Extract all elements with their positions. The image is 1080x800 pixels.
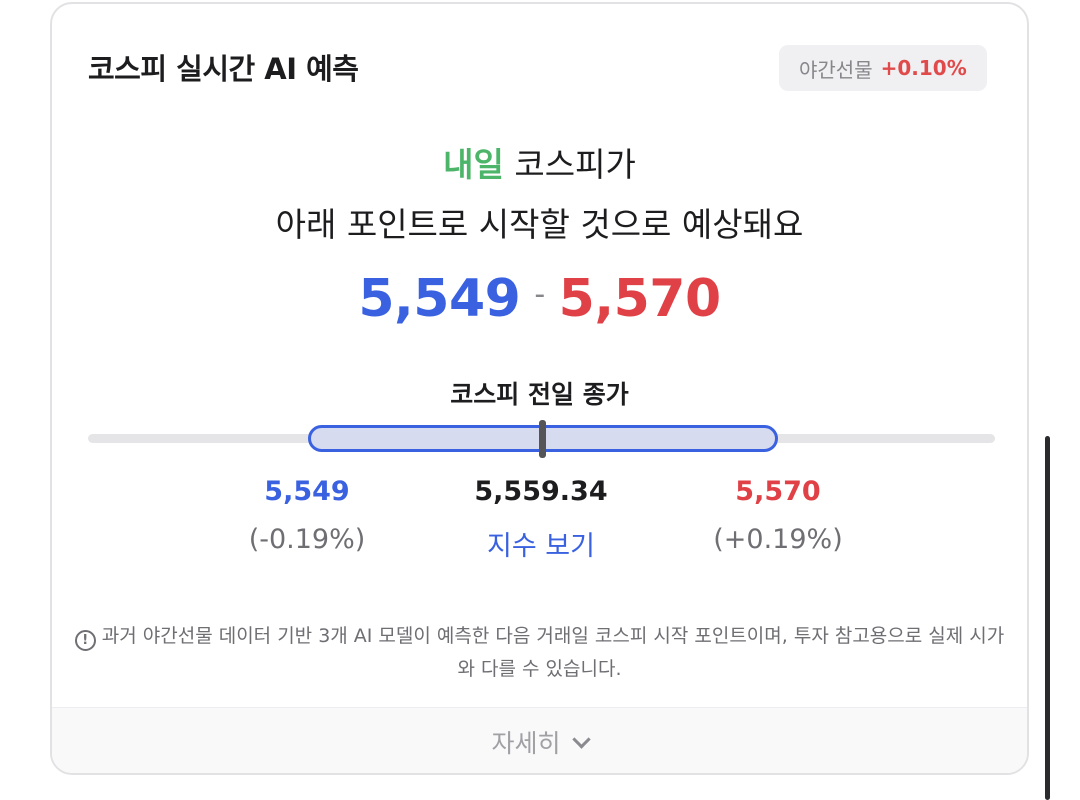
headline-line-2: 아래 포인트로 시작할 것으로 예상돼요 xyxy=(275,205,804,244)
forecast-range: 5,549-5,570 xyxy=(52,269,1027,329)
prev-close-value: 5,559.34 xyxy=(474,476,608,507)
headline-highlight: 내일 xyxy=(443,145,504,184)
page-scrollbar[interactable] xyxy=(1045,436,1050,800)
range-high-value: 5,570 xyxy=(735,476,821,507)
forecast-high: 5,570 xyxy=(558,269,721,329)
chevron-down-icon xyxy=(571,729,591,749)
night-futures-badge: 야간선물 +0.10% xyxy=(779,45,987,91)
night-futures-change: +0.10% xyxy=(880,56,967,80)
prev-close-marker xyxy=(539,420,546,458)
view-index-link[interactable]: 지수 보기 xyxy=(411,524,671,563)
range-low-change: (-0.19%) xyxy=(248,524,366,555)
night-futures-label: 야간선물 xyxy=(799,57,873,82)
info-icon: ! xyxy=(74,630,96,651)
details-label: 자세히 xyxy=(491,729,561,758)
card-title: 코스피 실시간 AI 예측 xyxy=(88,52,359,86)
headline-line-1: 내일 코스피가 xyxy=(52,138,1027,186)
disclaimer-text: 과거 야간선물 데이터 기반 3개 AI 모델이 예측한 다음 거래일 코스피 … xyxy=(101,625,1005,680)
prev-close-label: 코스피 전일 종가 xyxy=(450,380,629,409)
forecast-separator: - xyxy=(534,277,545,312)
range-high-change: (+0.19%) xyxy=(713,524,843,555)
range-low-value: 5,549 xyxy=(264,476,350,507)
details-toggle-button[interactable]: 자세히 xyxy=(52,707,1027,773)
disclaimer: ! 과거 야간선물 데이터 기반 3개 AI 모델이 예측한 다음 거래일 코스피… xyxy=(72,620,1007,686)
forecast-low: 5,549 xyxy=(358,269,521,329)
kospi-forecast-card: 코스피 실시간 AI 예측 야간선물 +0.10% 내일 코스피가 아래 포인트… xyxy=(50,2,1029,775)
headline-line-1-text: 코스피가 xyxy=(503,145,636,184)
